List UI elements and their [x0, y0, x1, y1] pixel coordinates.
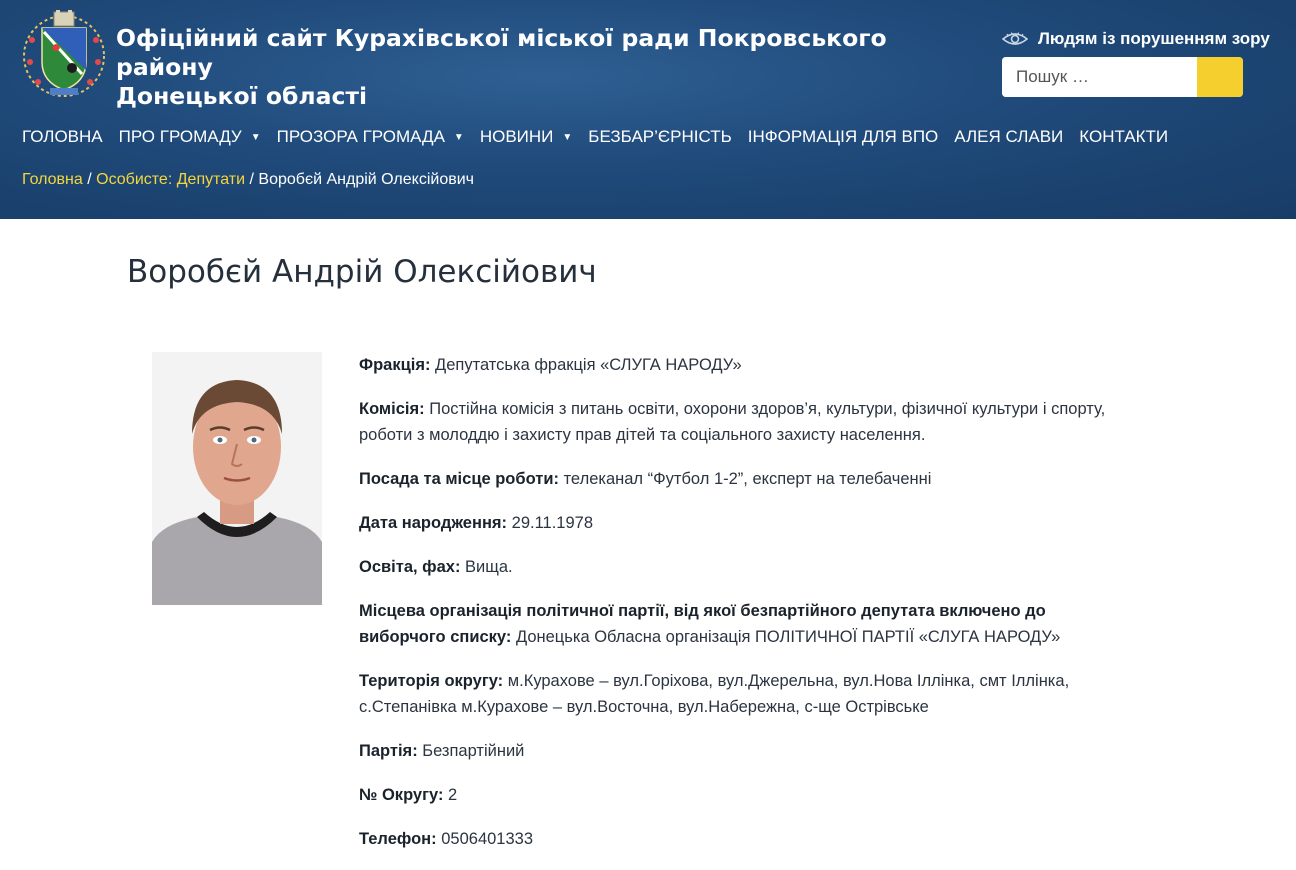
nav-item-about[interactable]: ПРО ГРОМАДУ ▼ [119, 127, 261, 147]
nav-item-alley-of-glory[interactable]: АЛЕЯ СЛАВИ [954, 127, 1063, 147]
nav-item-home[interactable]: ГОЛОВНА [22, 127, 103, 147]
detail-value: Вища. [465, 558, 513, 576]
main-nav: ГОЛОВНА ПРО ГРОМАДУ ▼ ПРОЗОРА ГРОМАДА ▼ … [22, 127, 1184, 147]
detail-birth-date: Дата народження: 29.11.1978 [359, 510, 1109, 536]
site-title[interactable]: Офіційний сайт Курахівської міської ради… [116, 24, 976, 111]
detail-value: Постійна комісія з питань освіти, охорон… [359, 400, 1106, 444]
nav-item-label: АЛЕЯ СЛАВИ [954, 127, 1064, 146]
detail-label: № Округу: [359, 786, 444, 804]
nav-item-label: НОВИНИ [479, 127, 554, 146]
detail-district-number: № Округу: 2 [359, 782, 1109, 808]
eye-icon [1002, 32, 1028, 45]
nav-item-label: КОНТАКТИ [1079, 127, 1169, 146]
search-input[interactable] [1002, 57, 1197, 97]
detail-value: телеканал “Футбол 1-2”, експерт на телеб… [563, 470, 932, 488]
detail-label: Територія округу: [359, 672, 504, 690]
nav-item-transparency[interactable]: ПРОЗОРА ГРОМАДА ▼ [277, 127, 464, 147]
site-header: Офіційний сайт Курахівської міської ради… [0, 0, 1296, 219]
breadcrumb-separator: / [245, 171, 259, 188]
nav-item-accessibility[interactable]: БЕЗБАР’ЄРНІСТЬ [588, 127, 731, 147]
detail-education: Освіта, фах: Вища. [359, 554, 1109, 580]
detail-faction: Фракція: Депутатська фракція «СЛУГА НАРО… [359, 352, 1109, 378]
breadcrumb-separator: / [82, 171, 97, 188]
detail-party-organization: Місцева організація політичної партії, в… [359, 598, 1109, 650]
caret-down-icon: ▼ [250, 131, 261, 143]
site-title-line1: Офіційний сайт Курахівської міської ради… [116, 24, 887, 81]
detail-value: Безпартійний [422, 742, 525, 760]
detail-label: Телефон: [359, 830, 437, 848]
detail-commission: Комісія: Постійна комісія з питань освіт… [359, 396, 1109, 448]
coat-of-arms-icon[interactable] [22, 10, 106, 98]
caret-down-icon: ▼ [453, 131, 464, 143]
deputy-photo [152, 352, 322, 605]
nav-item-contacts[interactable]: КОНТАКТИ [1079, 127, 1168, 147]
breadcrumb-home-link[interactable]: Головна [22, 171, 83, 188]
detail-district-territory: Територія округу: м.Курахове – вул.Горіх… [359, 668, 1109, 720]
detail-label: Комісія: [359, 400, 425, 418]
detail-party: Партія: Безпартійний [359, 738, 1109, 764]
nav-item-label: ІНФОРМАЦІЯ ДЛЯ ВПО [747, 127, 939, 146]
detail-value: Депутатська фракція «СЛУГА НАРОДУ» [435, 356, 742, 374]
detail-label: Освіта, фах: [359, 558, 461, 576]
nav-item-label: ГОЛОВНА [22, 127, 103, 146]
nav-item-idp-info[interactable]: ІНФОРМАЦІЯ ДЛЯ ВПО [748, 127, 939, 147]
caret-down-icon: ▼ [562, 131, 573, 143]
accessibility-link[interactable]: Людям із порушенням зору [1002, 29, 1270, 49]
detail-phone: Телефон: 0506401333 [359, 826, 1109, 852]
deputy-details: Фракція: Депутатська фракція «СЛУГА НАРО… [359, 352, 1109, 870]
breadcrumb: Головна / Особисте: Депутати / Воробєй А… [22, 171, 474, 189]
detail-label: Дата народження: [359, 514, 508, 532]
detail-workplace: Посада та місце роботи: телеканал “Футбо… [359, 466, 1109, 492]
detail-label: Посада та місце роботи: [359, 470, 559, 488]
detail-value[interactable]: 0506401333 [441, 830, 533, 848]
breadcrumb-section-link[interactable]: Особисте: Депутати [96, 171, 245, 188]
detail-label: Фракція: [359, 356, 431, 374]
nav-item-label: БЕЗБАР’ЄРНІСТЬ [588, 127, 732, 146]
page-title: Воробєй Андрій Олексійович [127, 254, 597, 290]
search-form [1002, 57, 1243, 97]
accessibility-label: Людям із порушенням зору [1038, 29, 1270, 48]
detail-value: 29.11.1978 [511, 514, 593, 532]
breadcrumb-current: Воробєй Андрій Олексійович [258, 171, 475, 188]
nav-item-label: ПРОЗОРА ГРОМАДА [276, 127, 445, 146]
detail-label: Партія: [359, 742, 418, 760]
detail-value: Донецька Обласна організація ПОЛІТИЧНОЇ … [515, 628, 1061, 646]
nav-item-news[interactable]: НОВИНИ ▼ [480, 127, 572, 147]
detail-value: 2 [448, 786, 458, 804]
search-button[interactable] [1197, 57, 1243, 97]
site-title-line2: Донецької області [116, 82, 368, 110]
nav-item-label: ПРО ГРОМАДУ [118, 127, 242, 146]
